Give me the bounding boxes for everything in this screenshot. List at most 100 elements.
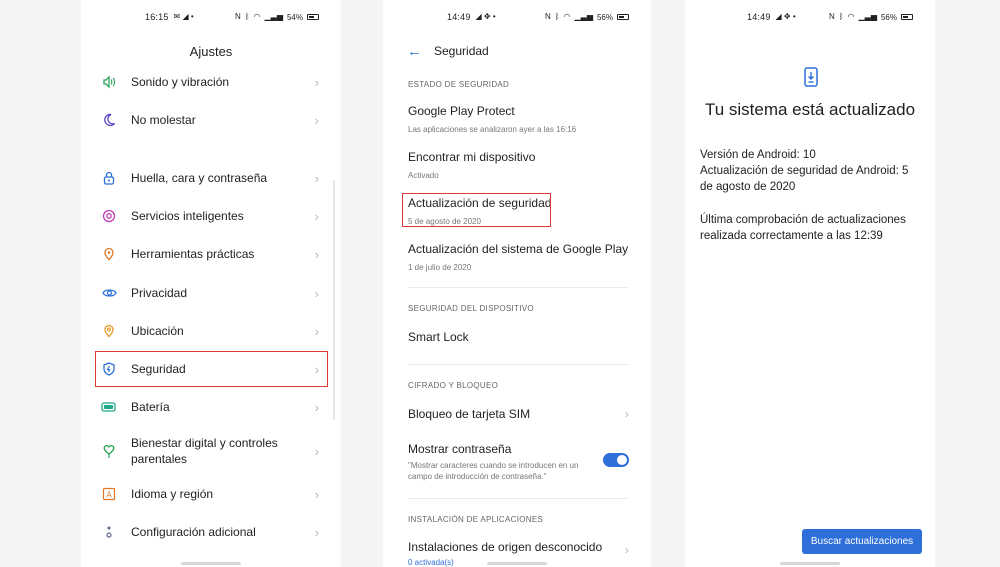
- chevron-right-icon: ›: [314, 112, 319, 128]
- check-updates-button[interactable]: Buscar actualizaciones: [802, 529, 922, 554]
- divider: [408, 498, 629, 499]
- location-icon: [101, 323, 117, 339]
- settings-item-label: Privacidad: [131, 286, 188, 300]
- tools-icon: [101, 246, 117, 262]
- system-update-screen: 14:49 ◢ ✥ • N ᛒ ◠ ▁▃▅ 56% Tu sistema est…: [685, 0, 935, 567]
- page-title: Seguridad: [434, 44, 489, 58]
- security-highlight-box: [95, 351, 328, 387]
- section-header: ESTADO DE SEGURIDAD: [408, 80, 510, 89]
- target-icon: [101, 208, 117, 224]
- chevron-right-icon: ›: [314, 443, 319, 459]
- nav-gesture-bar[interactable]: [780, 562, 840, 565]
- settings-screen: 16:15 ✉ ◢ • N ᛒ ◠ ▁▃▅ 54% Ajustes Sonido…: [81, 0, 341, 567]
- chevron-right-icon: ›: [314, 208, 319, 224]
- settings-item-wellbeing[interactable]: Bienestar digital y controles parentales…: [81, 435, 341, 467]
- settings-item-battery[interactable]: Batería ›: [81, 391, 341, 423]
- settings-item-sound[interactable]: Sonido y vibración ›: [81, 66, 341, 98]
- item-title: Actualización del sistema de Google Play: [408, 242, 629, 256]
- status-bar: 14:49 ◢ ✥ • N ᛒ ◠ ▁▃▅ 56%: [685, 0, 935, 34]
- item-title: Instalaciones de origen desconocido: [408, 540, 603, 554]
- chevron-right-icon: ›: [314, 524, 319, 540]
- settings-item-label: No molestar: [131, 113, 196, 127]
- settings-item-label: Servicios inteligentes: [131, 209, 244, 223]
- phone-download-icon: [804, 67, 818, 92]
- settings-item-tools[interactable]: Herramientas prácticas ›: [81, 238, 341, 270]
- section-header: SEGURIDAD DEL DISPOSITIVO: [408, 304, 534, 313]
- battery-percent: 56%: [880, 12, 897, 22]
- chevron-right-icon: ›: [314, 285, 319, 301]
- chevron-right-icon: ›: [314, 399, 319, 415]
- chevron-right-icon: ›: [314, 170, 319, 186]
- last-check: Última comprobación de actualizaciones r…: [700, 214, 906, 242]
- chevron-right-icon: ›: [624, 406, 629, 421]
- sim-lock-item[interactable]: Bloqueo de tarjeta SIM ›: [408, 406, 629, 421]
- settings-item-location[interactable]: Ubicación ›: [81, 315, 341, 347]
- wifi-icon: ◠: [253, 12, 261, 21]
- settings-item-label: Ubicación: [131, 324, 184, 338]
- app-bar: ← Seguridad: [383, 34, 651, 68]
- settings-item-dnd[interactable]: No molestar ›: [81, 104, 341, 136]
- settings-item-label: Herramientas prácticas: [131, 247, 255, 261]
- settings-item-label: Batería: [131, 400, 170, 414]
- dots-icon: [101, 524, 117, 540]
- item-subtitle: Las aplicaciones se analizaron ayer a la…: [408, 125, 577, 134]
- nav-gesture-bar[interactable]: [487, 562, 547, 565]
- divider: [408, 287, 629, 288]
- divider: [408, 364, 629, 365]
- settings-item-label: Sonido y vibración: [131, 75, 230, 89]
- settings-item-privacy[interactable]: Privacidad ›: [81, 277, 341, 309]
- nfc-icon: N: [828, 12, 835, 21]
- battery-percent: 54%: [286, 12, 303, 22]
- android-version: Versión de Android: 10: [700, 149, 816, 161]
- item-title: Google Play Protect: [408, 104, 515, 118]
- heart-icon: [101, 443, 117, 459]
- smart-lock-item[interactable]: Smart Lock: [408, 330, 629, 344]
- lock-icon: [101, 170, 117, 186]
- eye-icon: [101, 285, 117, 301]
- wifi-icon: ◠: [847, 12, 855, 21]
- show-password-toggle[interactable]: [603, 453, 629, 467]
- security-update-date: Actualización de seguridad de Android: 5…: [700, 165, 909, 193]
- item-subtitle: "Mostrar caracteres cuando se introducen…: [408, 461, 579, 481]
- settings-item-biometrics[interactable]: Huella, cara y contraseña ›: [81, 162, 341, 194]
- status-bar: 14:49 ◢ ✥ • N ᛒ ◠ ▁▃▅ 56%: [383, 0, 651, 34]
- bluetooth-icon: ᛒ: [554, 12, 560, 21]
- show-password-item[interactable]: Mostrar contraseña "Mostrar caracteres c…: [408, 442, 595, 482]
- play-protect-item[interactable]: Google Play Protect Las aplicaciones se …: [408, 104, 629, 135]
- battery-icon: [617, 14, 629, 20]
- nav-gesture-bar[interactable]: [181, 562, 241, 565]
- signal-icon: ▁▃▅: [574, 12, 593, 21]
- settings-item-label: Idioma y región: [131, 487, 214, 501]
- battery-icon: [307, 14, 319, 20]
- sound-icon: [101, 74, 117, 90]
- chevron-right-icon: ›: [314, 323, 319, 339]
- settings-item-smart-services[interactable]: Servicios inteligentes ›: [81, 200, 341, 232]
- notification-icon: ✉ ◢ •: [173, 12, 194, 21]
- notification-icon: ◢ ✥ •: [475, 12, 496, 21]
- play-system-update-item[interactable]: Actualización del sistema de Google Play…: [408, 242, 629, 273]
- item-subtitle: 1 de julio de 2020: [408, 263, 472, 272]
- item-title: Bloqueo de tarjeta SIM: [408, 407, 531, 421]
- notification-icon: ◢ ✥ •: [775, 12, 796, 21]
- status-time: 16:15: [145, 12, 169, 22]
- signal-icon: ▁▃▅: [264, 12, 283, 21]
- settings-item-language[interactable]: A Idioma y región ›: [81, 478, 341, 510]
- bluetooth-icon: ᛒ: [244, 12, 250, 21]
- moon-icon: [101, 112, 117, 128]
- item-title: Smart Lock: [408, 330, 469, 344]
- nfc-icon: N: [234, 12, 241, 21]
- scrollbar[interactable]: [333, 180, 335, 420]
- language-icon: A: [101, 486, 117, 502]
- security-update-highlight-box: [402, 193, 551, 227]
- status-time: 14:49: [747, 12, 771, 22]
- settings-item-additional[interactable]: Configuración adicional ›: [81, 516, 341, 548]
- nfc-icon: N: [544, 12, 551, 21]
- back-arrow-icon[interactable]: ←: [407, 43, 422, 60]
- battery-percent: 56%: [596, 12, 613, 22]
- security-screen: 14:49 ◢ ✥ • N ᛒ ◠ ▁▃▅ 56% ← Seguridad ES…: [383, 0, 651, 567]
- battery-icon: [101, 399, 117, 415]
- toggle-knob: [617, 455, 627, 465]
- page-title: Ajustes: [189, 44, 233, 59]
- status-bar: 16:15 ✉ ◢ • N ᛒ ◠ ▁▃▅ 54%: [81, 0, 341, 34]
- find-device-item[interactable]: Encontrar mi dispositivo Activado: [408, 150, 629, 181]
